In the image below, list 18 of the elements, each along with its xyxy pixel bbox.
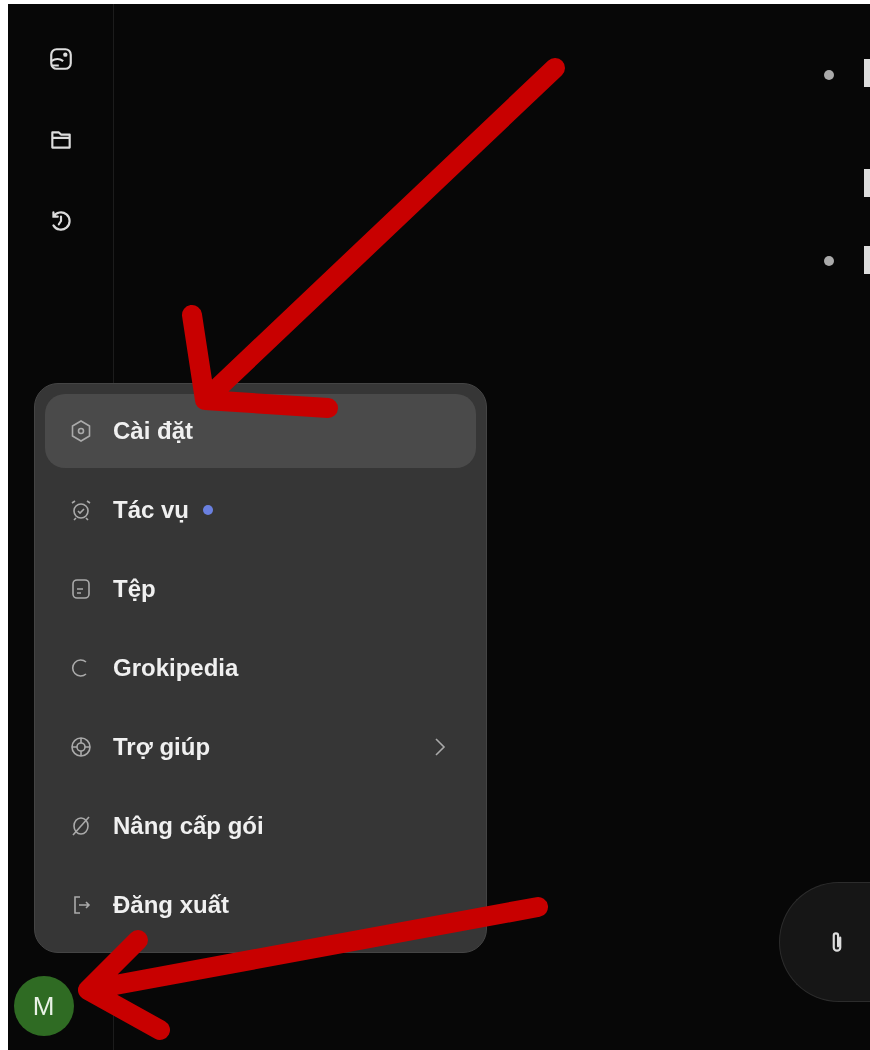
text-fragment bbox=[864, 246, 870, 274]
list-bullet bbox=[824, 70, 834, 80]
menu-item[interactable]: Cài đặt bbox=[45, 394, 476, 468]
menu-item[interactable]: Trợ giúp bbox=[45, 710, 476, 784]
lifebuoy-icon bbox=[69, 735, 93, 759]
menu-item[interactable]: Tệp bbox=[45, 552, 476, 626]
image-icon[interactable] bbox=[47, 46, 74, 72]
alarm-clock-icon bbox=[69, 498, 93, 522]
list-bullet bbox=[824, 256, 834, 266]
menu-item[interactable]: Đăng xuất bbox=[45, 868, 476, 942]
text-fragment bbox=[864, 59, 870, 87]
text-fragment bbox=[864, 169, 870, 197]
settings-icon bbox=[69, 419, 93, 443]
menu-item[interactable]: Grokipedia bbox=[45, 631, 476, 705]
user-avatar[interactable]: M bbox=[13, 976, 74, 1036]
menu-item[interactable]: Nâng cấp gói bbox=[45, 789, 476, 863]
file-icon bbox=[69, 577, 93, 601]
menu-item[interactable]: Tác vụ bbox=[45, 473, 476, 547]
